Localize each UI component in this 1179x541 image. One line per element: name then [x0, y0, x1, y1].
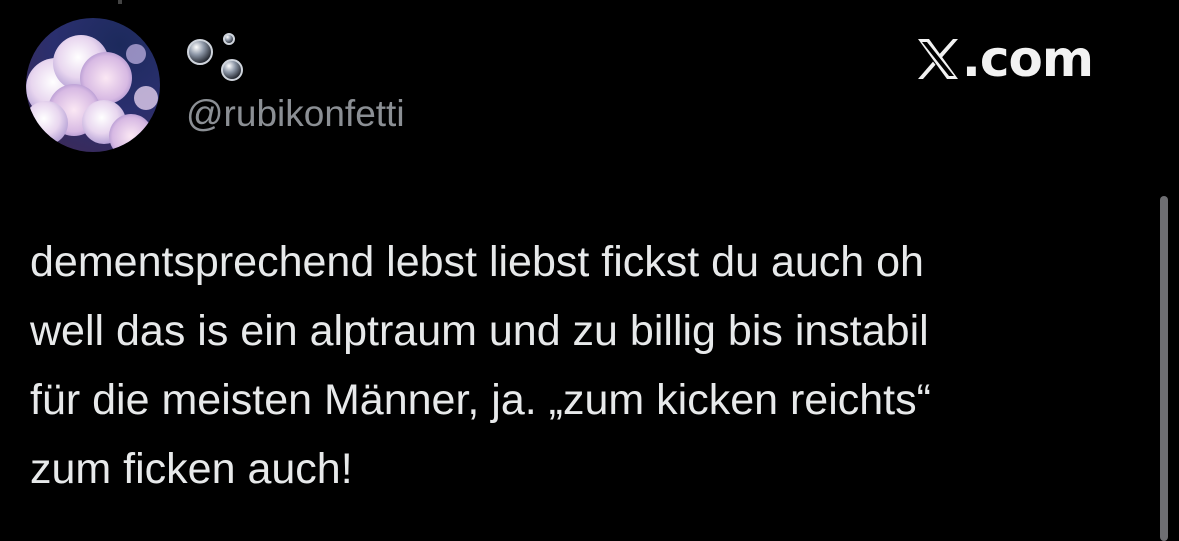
x-logo-icon — [916, 37, 960, 81]
author-handle[interactable]: @rubikonfetti — [186, 92, 405, 136]
brand-domain: .com — [961, 30, 1094, 88]
avatar[interactable] — [26, 18, 160, 152]
vertical-scrollbar[interactable] — [1160, 196, 1168, 541]
tweet-card: @rubikonfetti .com dementsprechend lebst… — [0, 0, 1179, 541]
display-name-bubbles-icon[interactable] — [186, 32, 246, 84]
brand-watermark: .com — [916, 30, 1094, 88]
tweet-text: dementsprechend lebst liebst fickst du a… — [30, 238, 931, 493]
cloud-avatar-image — [26, 18, 160, 152]
top-edge-mark — [118, 0, 122, 4]
